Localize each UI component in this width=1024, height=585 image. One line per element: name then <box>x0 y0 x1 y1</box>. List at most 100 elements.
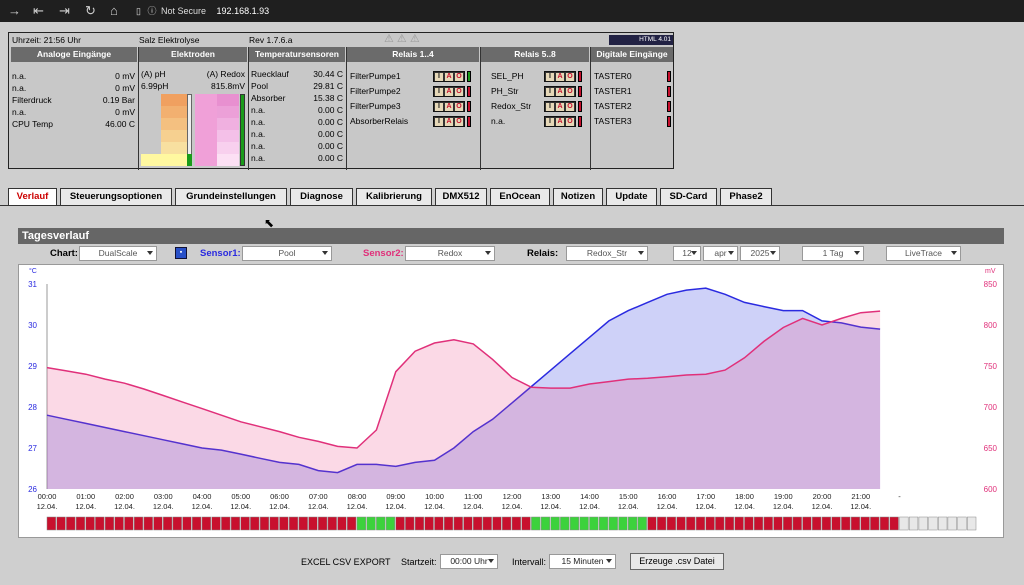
chart-select[interactable]: DualScale <box>79 246 157 261</box>
iao-option[interactable]: I <box>546 118 554 126</box>
iao-option[interactable]: A <box>556 88 564 96</box>
relais-strip-segment <box>153 516 163 531</box>
relais-strip-segment <box>492 516 502 531</box>
y-right-tick-label: 800 <box>984 321 998 330</box>
home-icon[interactable]: ⌂ <box>110 3 118 19</box>
relais-strip-segment <box>598 516 609 531</box>
relais-strip-segment <box>337 516 347 531</box>
iao-switch[interactable]: IAO <box>544 71 576 82</box>
relais-strip-segment <box>482 516 492 531</box>
relais-strip-segment <box>318 516 328 531</box>
x-tick-label: 01:00 <box>76 492 95 501</box>
tab-dmx512[interactable]: DMX512 <box>435 188 487 205</box>
tab-notizen[interactable]: Notizen <box>553 188 603 205</box>
x-date-label: 12.04. <box>385 502 406 511</box>
tab-diagnose[interactable]: Diagnose <box>290 188 353 205</box>
iao-option[interactable]: I <box>546 88 554 96</box>
iao-option[interactable]: I <box>546 103 554 111</box>
relais-strip-segment <box>46 516 56 531</box>
iao-option[interactable]: A <box>445 88 453 96</box>
digital-input-name: TASTER1 <box>594 86 632 96</box>
tab-steuerungsoptionen[interactable]: Steuerungsoptionen <box>60 188 172 205</box>
x-tick-label: 17:00 <box>696 492 715 501</box>
tab-update[interactable]: Update <box>606 188 657 205</box>
relais-strip-segment <box>347 516 357 531</box>
iao-switch[interactable]: IAO <box>544 116 576 127</box>
relais-name: Redox_Str <box>491 101 532 111</box>
temp-name: Absorber <box>251 93 286 103</box>
iao-option[interactable]: O <box>566 73 574 81</box>
relais-strip-segment <box>376 516 386 531</box>
iao-option[interactable]: I <box>546 73 554 81</box>
interval-select[interactable]: 15 Minuten <box>549 554 616 569</box>
iao-option[interactable]: A <box>556 118 564 126</box>
relais-strip-segment <box>657 516 667 531</box>
range-select[interactable]: 1 Tag <box>802 246 864 261</box>
iao-option[interactable]: A <box>445 103 453 111</box>
relais-state-indicator <box>467 71 471 82</box>
tab-sd-card[interactable]: SD-Card <box>660 188 717 205</box>
iao-option[interactable]: A <box>445 118 453 126</box>
year-select[interactable]: 2025 <box>740 246 780 261</box>
save-icon[interactable]: ▪ <box>175 247 187 259</box>
iao-switch[interactable]: IAO <box>433 116 465 127</box>
iao-option[interactable]: I <box>435 88 443 96</box>
x-tick-label: 02:00 <box>115 492 134 501</box>
ph-value: 6.99pH <box>141 81 169 91</box>
tab-enocean[interactable]: EnOcean <box>490 188 550 205</box>
back-arrow-icon[interactable]: → <box>8 3 21 19</box>
iao-option[interactable]: I <box>435 103 443 111</box>
relais-name: n.a. <box>491 116 506 126</box>
analog-value: 0.19 Bar <box>102 95 135 105</box>
go-end-icon[interactable]: ⇥ <box>59 3 70 19</box>
sensor1-select[interactable]: Pool <box>242 246 332 261</box>
iao-option[interactable]: A <box>556 103 564 111</box>
iao-option[interactable]: O <box>566 118 574 126</box>
relais-strip-segment <box>163 516 173 531</box>
relais-strip-segment <box>531 516 541 531</box>
iao-switch[interactable]: IAO <box>433 86 465 97</box>
reload-icon[interactable]: ↻ <box>85 3 96 19</box>
sensor2-select[interactable]: Redox <box>405 246 495 261</box>
tab-phase2[interactable]: Phase2 <box>720 188 772 205</box>
relais-name: FilterPumpe3 <box>350 101 401 111</box>
go-start-icon[interactable]: ⇤ <box>33 3 44 19</box>
start-time-select[interactable]: 00:00 Uhr <box>440 554 498 569</box>
iao-option[interactable]: O <box>455 88 463 96</box>
iao-option[interactable]: I <box>435 118 443 126</box>
relais-label: Relais: <box>527 248 559 259</box>
iao-switch[interactable]: IAO <box>544 101 576 112</box>
start-label: Startzeit: <box>401 557 437 567</box>
analog-value: 0 mV <box>115 107 135 117</box>
iao-option[interactable]: O <box>455 73 463 81</box>
iao-option[interactable]: A <box>556 73 564 81</box>
relais-select[interactable]: Redox_Str <box>566 246 648 261</box>
relais-strip-segment <box>424 516 434 531</box>
iao-switch[interactable]: IAO <box>433 71 465 82</box>
iao-option[interactable]: O <box>566 103 574 111</box>
relais-strip-segment <box>879 516 890 531</box>
iao-option[interactable]: O <box>455 103 463 111</box>
relais-strip-segment <box>211 516 221 531</box>
export-label: EXCEL CSV EXPORT <box>301 557 391 567</box>
day-select[interactable]: 12 <box>673 246 701 261</box>
tab-kalibrierung[interactable]: Kalibrierung <box>356 188 432 205</box>
iao-option[interactable]: I <box>435 73 443 81</box>
create-csv-button[interactable]: Erzeuge .csv Datei <box>630 553 724 570</box>
mode-select[interactable]: LiveTrace <box>886 246 961 261</box>
iao-switch[interactable]: IAO <box>544 86 576 97</box>
month-select[interactable]: apr <box>703 246 738 261</box>
tab-verlauf[interactable]: Verlauf <box>8 188 57 205</box>
iao-option[interactable]: O <box>566 88 574 96</box>
iao-option[interactable]: O <box>455 118 463 126</box>
iao-option[interactable]: A <box>445 73 453 81</box>
x-date-label: 12.04. <box>657 502 678 511</box>
tab-grundeinstellungen[interactable]: Grundeinstellungen <box>175 188 287 205</box>
relais-strip-segment <box>666 516 676 531</box>
relais-strip-segment <box>647 516 657 531</box>
y-left-tick-label: 28 <box>28 403 37 412</box>
iao-switch[interactable]: IAO <box>433 101 465 112</box>
relais-strip-segment <box>928 516 938 531</box>
relais-strip-segment <box>356 516 366 531</box>
address-bar[interactable]: ▯ ⓘ Not Secure 192.168.1.93 <box>136 4 269 18</box>
